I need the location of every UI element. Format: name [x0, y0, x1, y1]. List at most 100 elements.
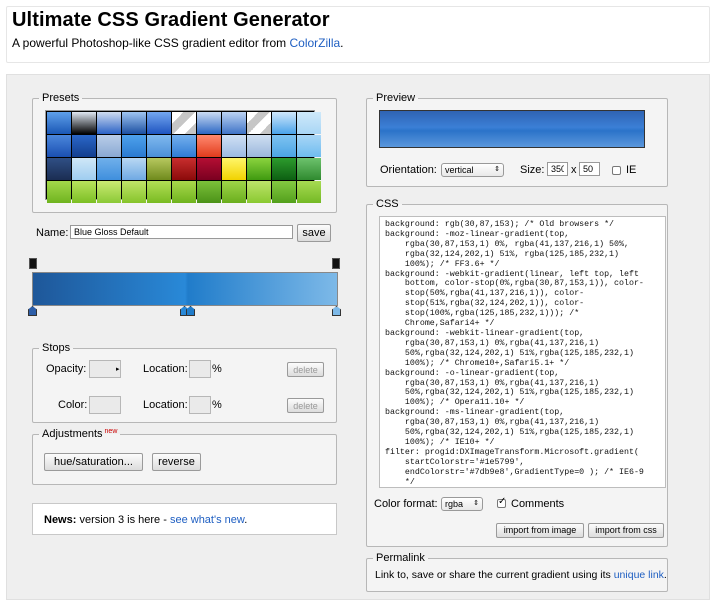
presets-legend: Presets	[42, 92, 80, 104]
preset-swatch[interactable]	[97, 112, 121, 134]
import-from-image-button[interactable]: import from image	[496, 523, 584, 538]
preview-legend: Preview	[376, 92, 416, 104]
css-code-output[interactable]: background: rgb(30,87,153); /* Old brows…	[379, 216, 666, 488]
comments-checkbox[interactable]: ✓	[497, 496, 507, 508]
preset-swatch[interactable]	[297, 158, 321, 180]
ie-label: IE	[626, 164, 637, 176]
import-from-css-button[interactable]: import from css	[588, 523, 664, 538]
preset-swatch[interactable]	[97, 158, 121, 180]
preset-swatch[interactable]	[197, 181, 221, 203]
news-body: version 3 is here -	[76, 514, 170, 526]
opacity-location-input[interactable]	[189, 360, 211, 378]
save-button[interactable]: save	[297, 224, 331, 242]
preset-swatch[interactable]	[247, 158, 271, 180]
preset-swatch[interactable]	[147, 135, 171, 157]
preset-swatch[interactable]	[72, 112, 96, 134]
orientation-label: Orientation:	[380, 164, 437, 176]
gradient-name-input[interactable]	[70, 225, 293, 239]
preset-swatch[interactable]	[47, 112, 71, 134]
preset-swatch[interactable]	[97, 181, 121, 203]
whats-new-link[interactable]: see what's new	[170, 514, 244, 526]
color-format-value: rgba	[445, 499, 464, 509]
preset-swatch[interactable]	[247, 112, 271, 134]
ie-checkbox[interactable]	[612, 166, 621, 175]
opacity-stop-right[interactable]	[332, 258, 340, 269]
preset-swatch[interactable]	[197, 112, 221, 134]
preset-swatch[interactable]	[122, 112, 146, 134]
gradient-bar[interactable]	[32, 272, 338, 306]
preset-swatch[interactable]	[297, 135, 321, 157]
page-title: Ultimate CSS Gradient Generator	[12, 9, 330, 31]
preset-swatch[interactable]	[247, 181, 271, 203]
news-bold: News:	[44, 514, 77, 526]
stops-legend: Stops	[42, 342, 71, 354]
preset-swatch[interactable]	[72, 135, 96, 157]
preset-swatch[interactable]	[47, 135, 71, 157]
height-input[interactable]	[579, 162, 600, 176]
opacity-label: Opacity:	[46, 363, 87, 375]
unique-link[interactable]: unique link	[614, 569, 664, 581]
preset-swatch[interactable]	[72, 181, 96, 203]
preset-swatch[interactable]	[272, 181, 296, 203]
preset-swatch[interactable]	[197, 158, 221, 180]
preset-swatch[interactable]	[222, 181, 246, 203]
opacity-location-label: Location:	[143, 363, 188, 375]
preset-swatch[interactable]	[272, 112, 296, 134]
page-subtitle: A powerful Photoshop-like CSS gradient e…	[12, 36, 344, 50]
stepper-arrow-icon: ▸	[116, 366, 120, 373]
preset-swatch[interactable]	[47, 158, 71, 180]
preset-swatch[interactable]	[122, 181, 146, 203]
preset-swatch[interactable]	[247, 135, 271, 157]
preset-swatch[interactable]	[172, 181, 196, 203]
preset-swatch[interactable]	[272, 135, 296, 157]
opacity-stop-left[interactable]	[29, 258, 37, 269]
color-format-select[interactable]: rgba ⇕	[441, 497, 483, 511]
hue-saturation-button[interactable]: hue/saturation...	[44, 453, 143, 471]
permalink-text: Link to, save or share the current gradi…	[375, 569, 667, 581]
preset-swatch[interactable]	[172, 112, 196, 134]
preset-swatch[interactable]	[122, 135, 146, 157]
color-format-label: Color format:	[374, 498, 438, 510]
preset-swatch[interactable]	[72, 158, 96, 180]
color-percent: %	[212, 399, 222, 411]
preset-swatch[interactable]	[147, 158, 171, 180]
presets-grid	[45, 110, 321, 203]
preset-swatch[interactable]	[197, 135, 221, 157]
orientation-select[interactable]: vertical ⇕	[441, 163, 504, 177]
preset-swatch[interactable]	[272, 158, 296, 180]
news-text: News: version 3 is here - see what's new…	[44, 514, 247, 526]
preset-swatch[interactable]	[147, 181, 171, 203]
news-period: .	[244, 514, 248, 526]
size-x: x	[571, 164, 577, 176]
permalink-period: .	[663, 569, 667, 581]
preset-swatch[interactable]	[172, 135, 196, 157]
reverse-button[interactable]: reverse	[152, 453, 201, 471]
checkmark-icon: ✓	[498, 496, 507, 507]
preset-swatch[interactable]	[172, 158, 196, 180]
gradient-preview	[379, 110, 645, 148]
comments-label: Comments	[511, 498, 565, 510]
preset-swatch[interactable]	[222, 135, 246, 157]
preset-swatch[interactable]	[222, 112, 246, 134]
preset-swatch[interactable]	[297, 112, 321, 134]
delete-opacity-stop-button[interactable]: delete	[287, 362, 324, 377]
name-label: Name:	[36, 227, 69, 239]
color-swatch[interactable]	[89, 396, 121, 414]
colorzilla-link[interactable]: ColorZilla	[289, 36, 340, 50]
color-location-label: Location:	[143, 399, 188, 411]
width-input[interactable]	[547, 162, 568, 176]
preset-swatch[interactable]	[47, 181, 71, 203]
subtitle-period: .	[340, 36, 344, 50]
select-arrows-icon: ⇕	[473, 500, 479, 507]
preset-swatch[interactable]	[222, 158, 246, 180]
color-location-input[interactable]	[189, 396, 211, 414]
preset-swatch[interactable]	[297, 181, 321, 203]
preset-swatch[interactable]	[147, 112, 171, 134]
preset-swatch[interactable]	[122, 158, 146, 180]
preset-swatch[interactable]	[97, 135, 121, 157]
delete-color-stop-button[interactable]: delete	[287, 398, 324, 413]
permalink-body: Link to, save or share the current gradi…	[375, 569, 614, 581]
opacity-percent: %	[212, 363, 222, 375]
new-badge: new	[104, 428, 118, 435]
adjustments-legend-text: Adjustments	[42, 428, 103, 440]
